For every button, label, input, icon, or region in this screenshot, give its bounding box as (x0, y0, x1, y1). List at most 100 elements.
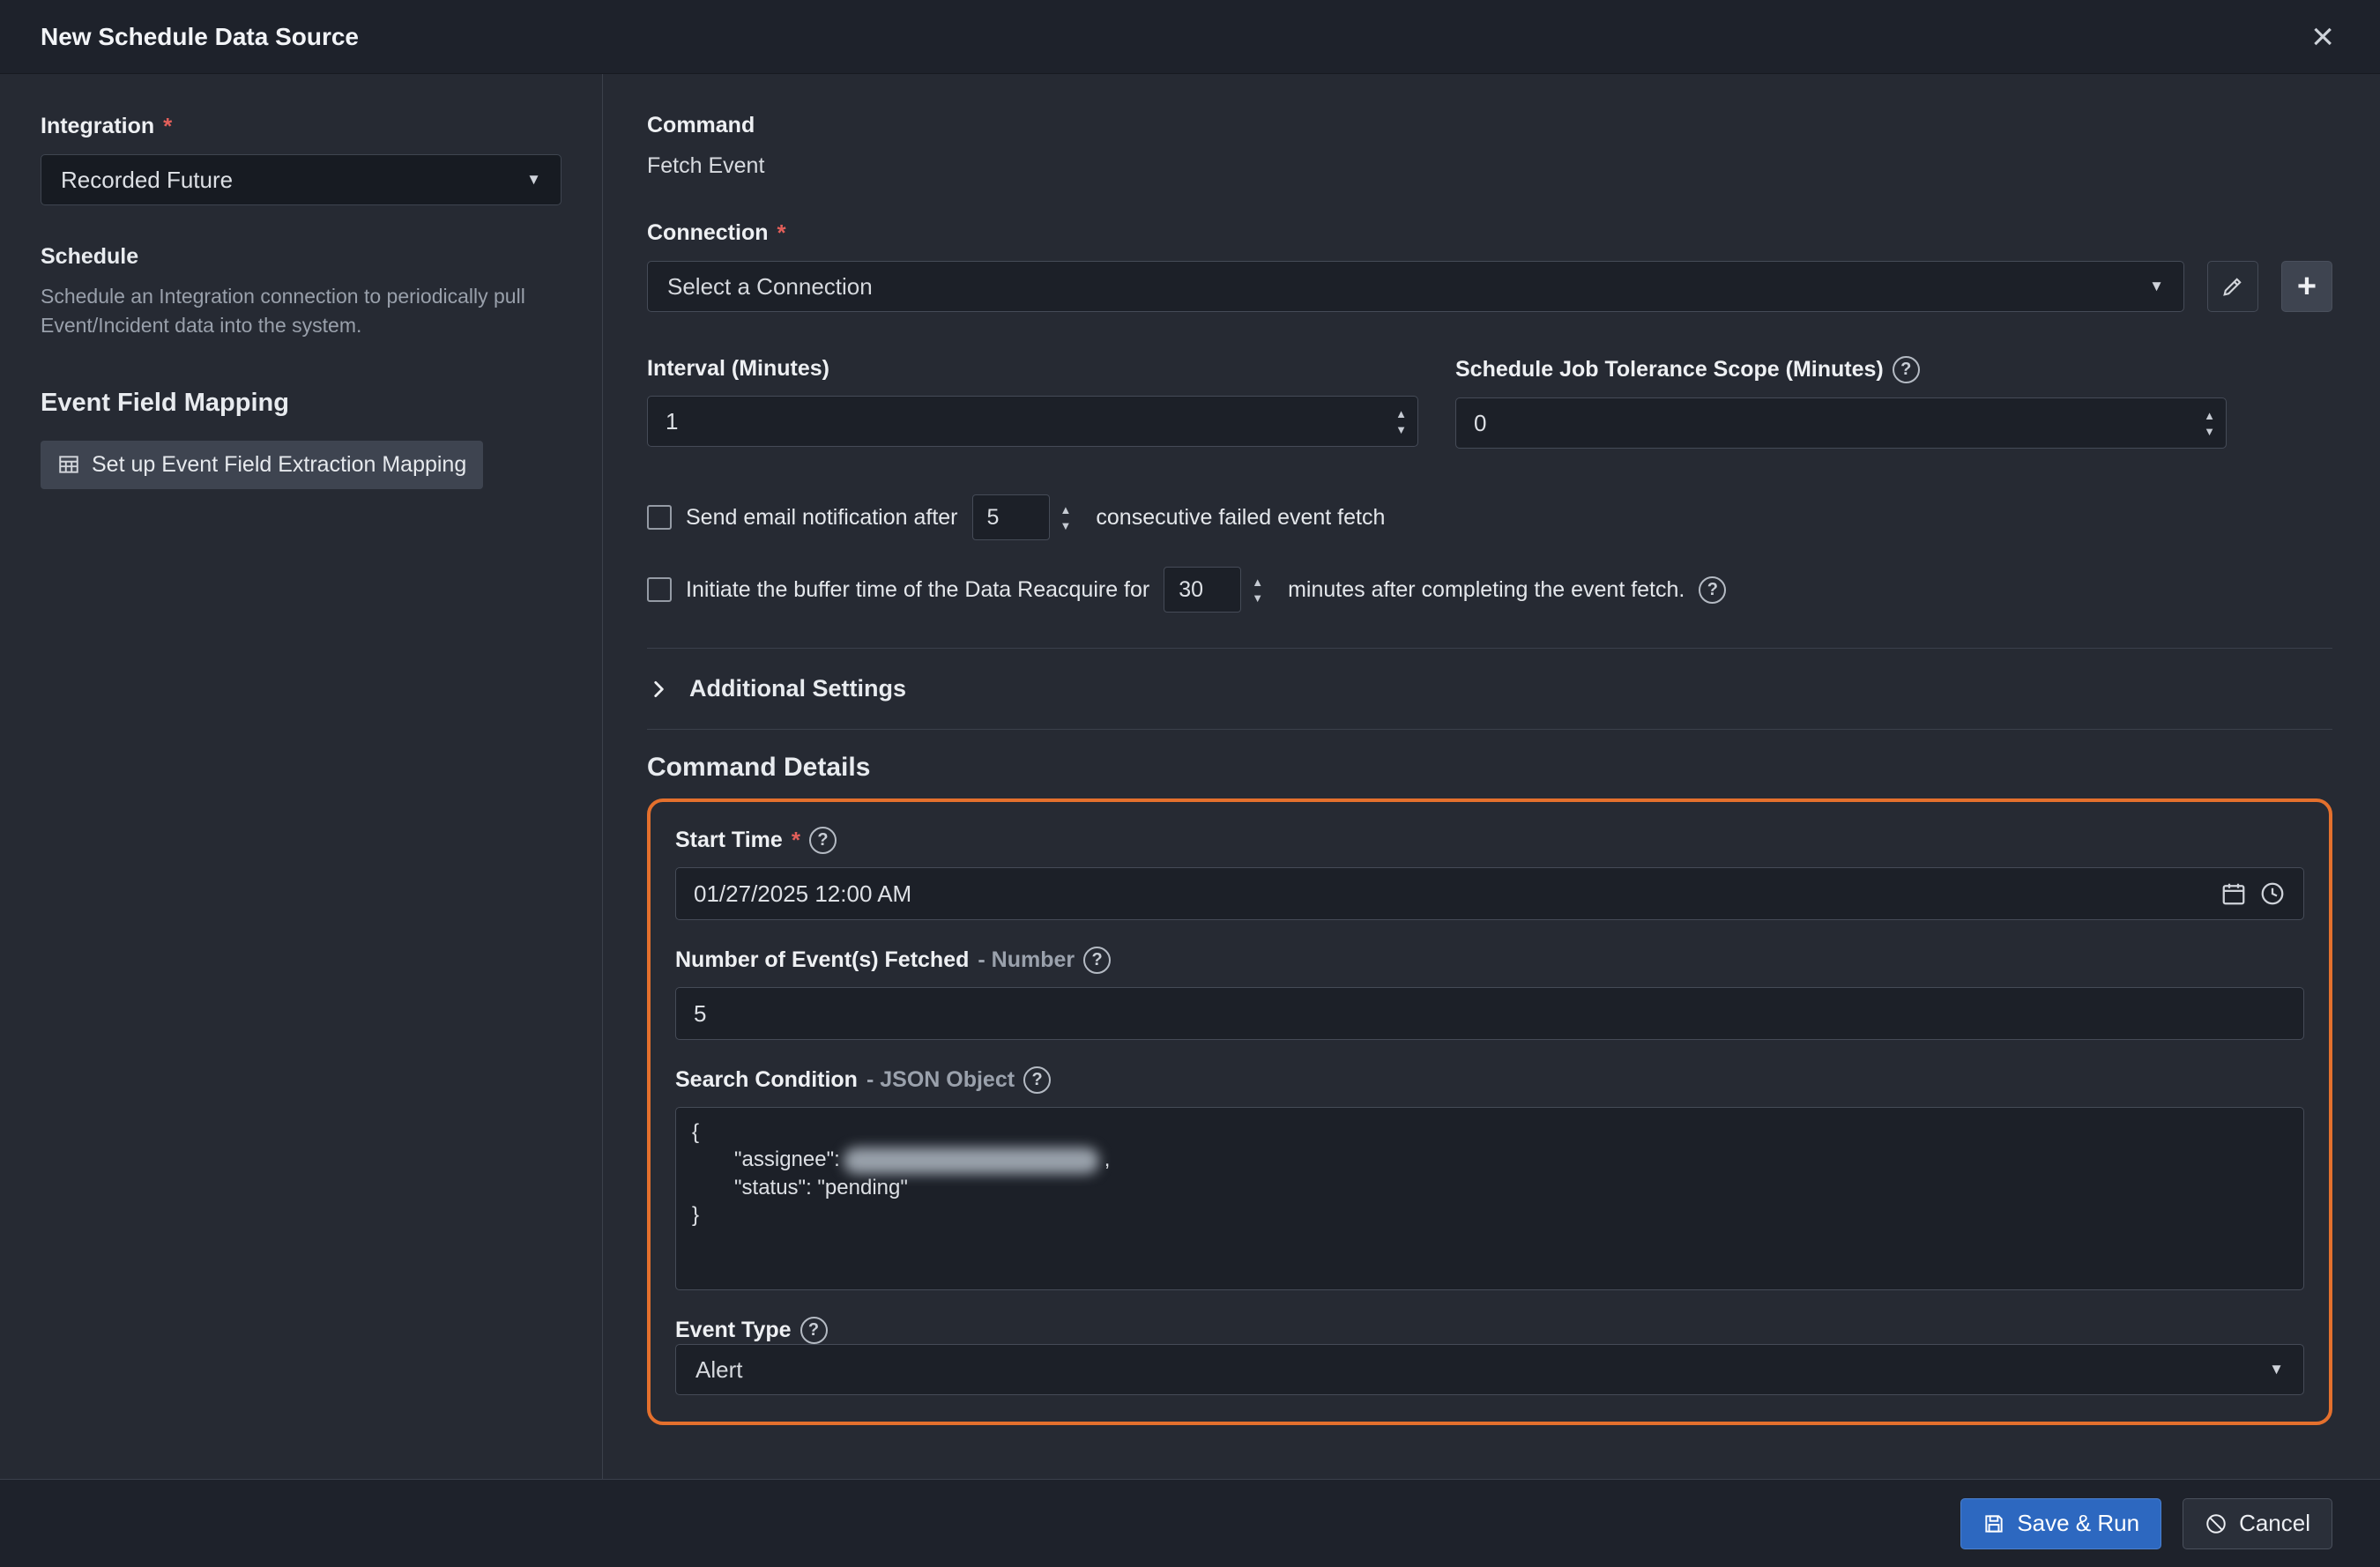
spinner-up-icon[interactable]: ▲ (2204, 410, 2215, 421)
command-details-highlight-box: Start Time * ? (647, 798, 2332, 1425)
start-time-group: Start Time * ? (675, 827, 2304, 920)
calendar-icon[interactable] (2220, 880, 2247, 907)
interval-input[interactable] (648, 397, 1385, 446)
search-condition-group: Search Condition - JSON Object ? { "assi… (675, 1066, 2304, 1290)
json-line-open: { (692, 1118, 2287, 1146)
required-asterisk: * (777, 219, 786, 247)
help-icon[interactable]: ? (800, 1317, 828, 1344)
connection-select[interactable]: Select a Connection ▼ (647, 261, 2184, 312)
email-count-box (972, 494, 1050, 540)
spinner-up-icon[interactable]: ▲ (1060, 504, 1072, 516)
left-panel: Integration * Recorded Future ▼ Schedule… (0, 74, 603, 1479)
tolerance-label-text: Schedule Job Tolerance Scope (Minutes) (1455, 357, 1884, 382)
plus-icon: + (2297, 268, 2317, 306)
save-icon (1982, 1512, 2005, 1535)
additional-settings-label: Additional Settings (689, 675, 906, 702)
help-icon[interactable]: ? (1699, 576, 1726, 604)
start-time-input[interactable] (694, 880, 2208, 908)
setup-mapping-button-label: Set up Event Field Extraction Mapping (92, 452, 466, 478)
cancel-icon (2205, 1512, 2228, 1535)
buffer-time-checkbox[interactable] (647, 577, 672, 602)
close-icon[interactable]: × (2311, 18, 2334, 56)
schedule-title: Schedule (41, 244, 562, 270)
clock-icon[interactable] (2259, 880, 2286, 907)
spinner-down-icon[interactable]: ▼ (1252, 592, 1263, 604)
event-type-group: Event Type ? Alert ▼ (675, 1317, 2304, 1395)
save-and-run-button[interactable]: Save & Run (1960, 1498, 2161, 1549)
email-notification-suffix: consecutive failed event fetch (1096, 505, 1385, 531)
spinner-up-icon[interactable]: ▲ (1252, 576, 1263, 588)
save-and-run-label: Save & Run (2017, 1510, 2139, 1537)
command-value: Fetch Event (647, 153, 2332, 179)
email-count-input[interactable] (973, 495, 1049, 539)
json-line-status: "status": "pending" (734, 1174, 2287, 1201)
interval-tolerance-row: Interval (Minutes) ▲ ▼ Schedule Job Tole… (647, 356, 2227, 449)
buffer-time-row: Initiate the buffer time of the Data Rea… (647, 567, 2332, 613)
modal-body: Integration * Recorded Future ▼ Schedule… (0, 74, 2380, 1479)
event-type-selected-value: Alert (695, 1356, 742, 1384)
tolerance-column: Schedule Job Tolerance Scope (Minutes) ?… (1455, 356, 2227, 449)
search-condition-type: - JSON Object (866, 1067, 1015, 1093)
buffer-count-input[interactable] (1164, 568, 1240, 612)
new-schedule-data-source-modal: New Schedule Data Source × Integration *… (0, 0, 2380, 1567)
buffer-time-text: Initiate the buffer time of the Data Rea… (686, 577, 1149, 603)
email-notification-checkbox[interactable] (647, 505, 672, 530)
chevron-down-icon: ▼ (526, 171, 541, 189)
help-icon[interactable]: ? (1083, 947, 1111, 974)
integration-select[interactable]: Recorded Future ▼ (41, 154, 562, 205)
buffer-count-stepper[interactable]: ▲ ▼ (1241, 576, 1274, 604)
search-condition-editor[interactable]: { "assignee":, "status": "pending" } (675, 1107, 2304, 1290)
help-icon[interactable]: ? (1893, 356, 1920, 383)
spinner-up-icon[interactable]: ▲ (1395, 408, 1407, 420)
start-time-input-wrap (675, 867, 2304, 920)
connection-selected-value: Select a Connection (667, 273, 873, 301)
connection-label-text: Connection (647, 220, 769, 246)
start-time-label-text: Start Time (675, 828, 783, 853)
chevron-down-icon: ▼ (2269, 1361, 2284, 1378)
email-notification-text: Send email notification after (686, 505, 958, 531)
integration-selected-value: Recorded Future (61, 167, 233, 194)
interval-stepper[interactable]: ▲ ▼ (1385, 397, 1417, 446)
tolerance-input[interactable] (1456, 398, 2193, 448)
help-icon[interactable]: ? (1023, 1066, 1051, 1094)
spinner-down-icon[interactable]: ▼ (2204, 426, 2215, 437)
integration-label: Integration * (41, 113, 562, 140)
tolerance-input-wrap: ▲ ▼ (1455, 397, 2227, 449)
events-fetched-group: Number of Event(s) Fetched - Number ? (675, 947, 2304, 1040)
schedule-description: Schedule an Integration connection to pe… (41, 282, 534, 341)
events-fetched-input[interactable] (694, 1000, 2286, 1028)
events-fetched-label: Number of Event(s) Fetched - Number ? (675, 947, 2304, 974)
help-icon[interactable]: ? (809, 827, 837, 854)
buffer-count-wrap: ▲ ▼ (1164, 567, 1274, 613)
modal-header: New Schedule Data Source × (0, 0, 2380, 74)
chevron-right-icon (647, 678, 670, 701)
additional-settings-toggle[interactable]: Additional Settings (647, 675, 2332, 702)
chevron-down-icon: ▼ (2149, 278, 2164, 295)
events-fetched-input-wrap (675, 987, 2304, 1040)
event-field-mapping-title: Event Field Mapping (41, 389, 562, 418)
connection-label: Connection * (647, 219, 2332, 247)
spinner-down-icon[interactable]: ▼ (1395, 424, 1407, 435)
json-assignee-key: "assignee": (734, 1147, 840, 1171)
tolerance-label: Schedule Job Tolerance Scope (Minutes) ? (1455, 356, 2227, 383)
table-grid-icon (57, 453, 80, 476)
interval-input-wrap: ▲ ▼ (647, 396, 1418, 447)
setup-mapping-button[interactable]: Set up Event Field Extraction Mapping (41, 441, 483, 489)
required-asterisk: * (163, 113, 172, 140)
pencil-icon (2220, 274, 2245, 299)
interval-label: Interval (Minutes) (647, 356, 1418, 382)
add-connection-button[interactable]: + (2281, 261, 2332, 312)
start-time-label: Start Time * ? (675, 827, 2304, 854)
connection-row: Select a Connection ▼ + (647, 261, 2332, 312)
modal-title: New Schedule Data Source (41, 23, 359, 51)
spinner-down-icon[interactable]: ▼ (1060, 520, 1072, 531)
section-divider (647, 729, 2332, 730)
events-fetched-label-text: Number of Event(s) Fetched (675, 947, 969, 973)
event-type-select[interactable]: Alert ▼ (675, 1344, 2304, 1395)
tolerance-stepper[interactable]: ▲ ▼ (2193, 398, 2226, 448)
cancel-button[interactable]: Cancel (2183, 1498, 2332, 1549)
email-count-stepper[interactable]: ▲ ▼ (1050, 504, 1082, 531)
edit-connection-button[interactable] (2207, 261, 2258, 312)
json-assignee-comma: , (1104, 1147, 1111, 1171)
section-divider (647, 648, 2332, 649)
